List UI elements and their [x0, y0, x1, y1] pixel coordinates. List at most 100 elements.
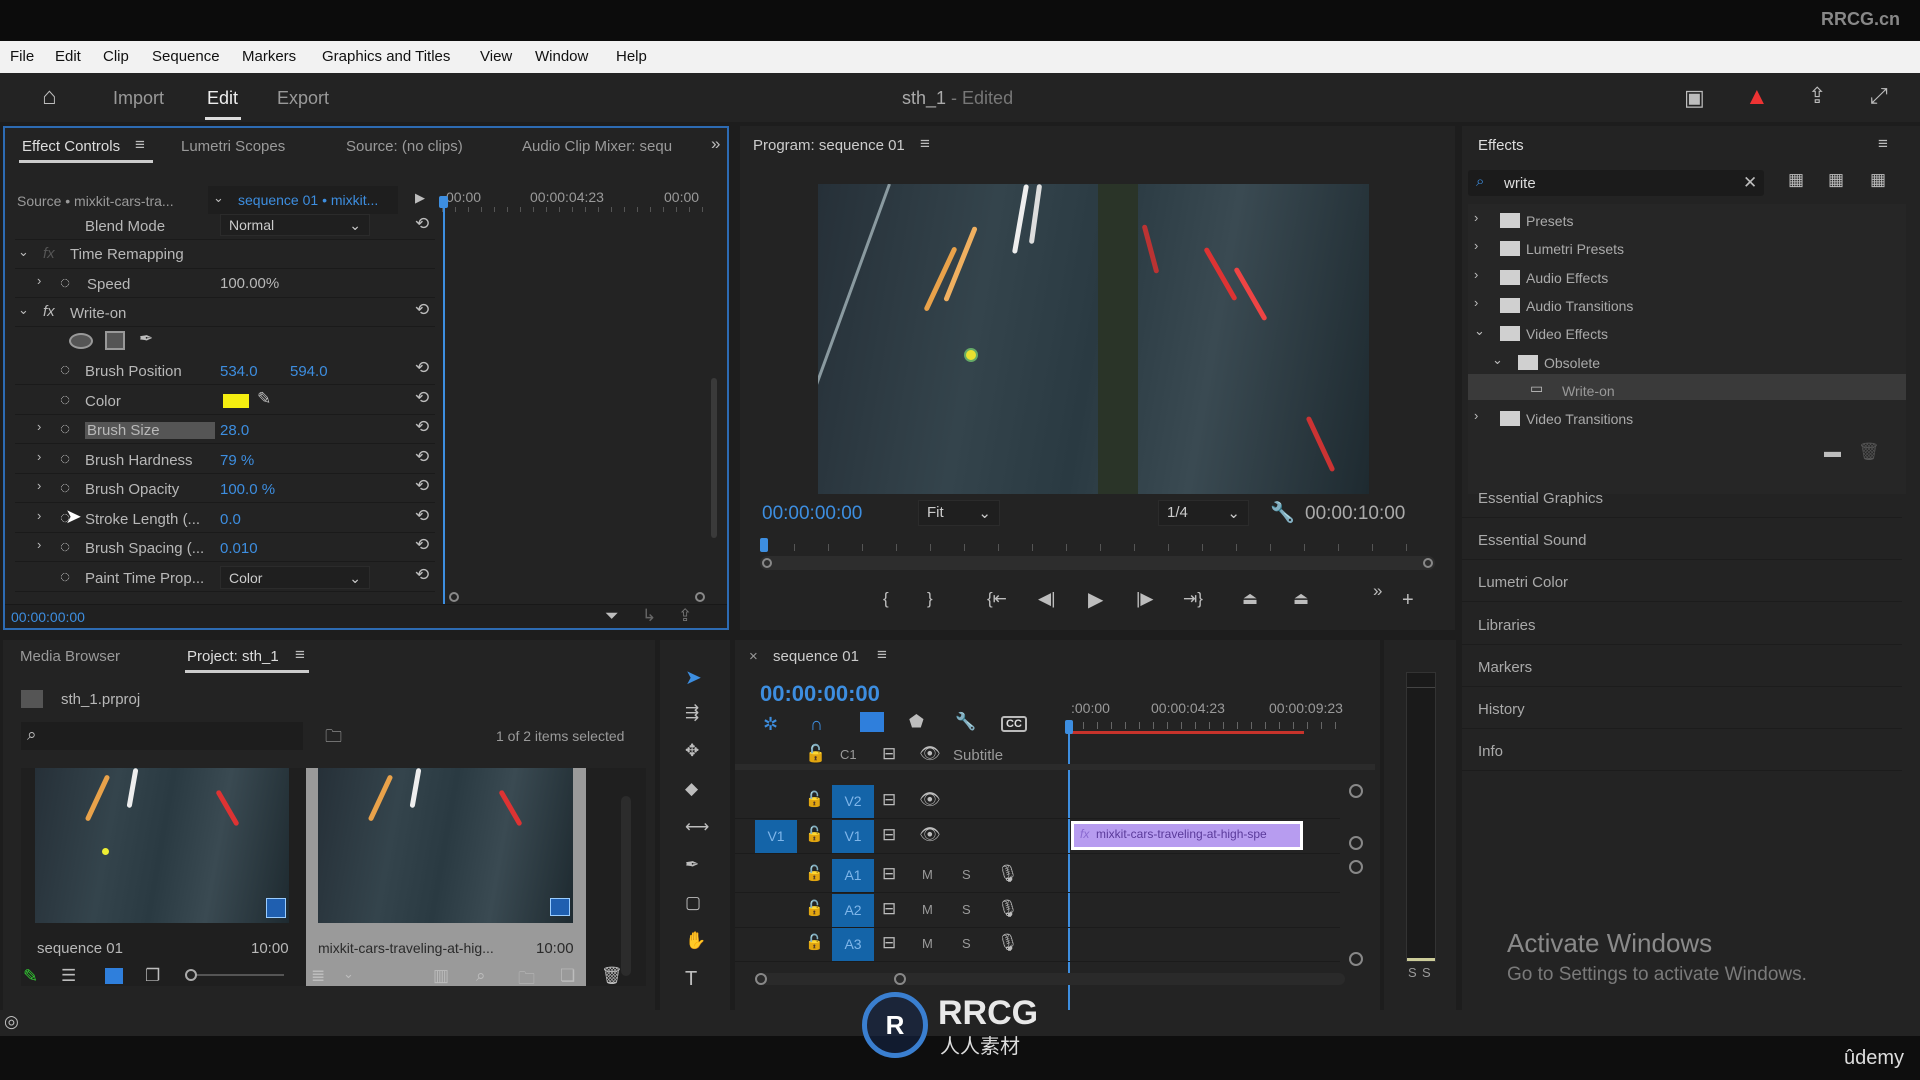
- chevron-right-icon[interactable]: ›: [37, 449, 41, 464]
- more-panels-icon[interactable]: »: [711, 134, 720, 154]
- tab-sequence[interactable]: sequence 01: [773, 648, 859, 665]
- stopwatch-icon[interactable]: ◌: [60, 478, 70, 498]
- sync-lock-icon[interactable]: ⊟: [882, 899, 896, 919]
- timeline-clip[interactable]: fx mixkit-cars-traveling-at-high-spe: [1071, 821, 1303, 850]
- chevron-right-icon[interactable]: ›: [37, 478, 41, 493]
- solo-left-button[interactable]: S: [1408, 965, 1417, 980]
- tab-export[interactable]: Export: [277, 88, 329, 109]
- collapsed-panel[interactable]: Info: [1462, 731, 1902, 772]
- reset-icon[interactable]: ⟲: [415, 447, 429, 467]
- reset-icon[interactable]: ⟲: [415, 388, 429, 408]
- reset-icon[interactable]: ⟲: [415, 535, 429, 555]
- cloud-sync-icon[interactable]: ◎: [4, 1012, 19, 1032]
- timeline-ruler[interactable]: :00:00 00:00:04:23 00:00:09:23: [1069, 698, 1349, 738]
- reset-icon[interactable]: ⟲: [415, 358, 429, 378]
- effects-tree-item[interactable]: › Audio Transitions: [1468, 293, 1906, 319]
- blend-mode-dropdown[interactable]: Normal ⌄: [220, 214, 370, 236]
- chevron-right-icon[interactable]: ›: [37, 537, 41, 552]
- param-value[interactable]: 79 %: [220, 452, 254, 469]
- chevron-right-icon[interactable]: ›: [1474, 408, 1478, 423]
- play-icon[interactable]: ▶: [1088, 587, 1103, 612]
- stopwatch-icon[interactable]: ◌: [60, 419, 70, 439]
- chevron-down-icon[interactable]: ⌄: [1474, 323, 1485, 339]
- tab-source[interactable]: Source: (no clips): [346, 138, 463, 155]
- sync-lock-icon[interactable]: ⊟: [882, 825, 896, 845]
- chevron-right-icon[interactable]: ›: [1474, 238, 1478, 253]
- param-value[interactable]: 534.0: [220, 363, 258, 380]
- tab-edit[interactable]: Edit: [207, 88, 238, 109]
- track-target[interactable]: A1: [832, 859, 874, 892]
- delete-icon[interactable]: 🗑: [1858, 442, 1880, 462]
- stopwatch-icon[interactable]: ◌: [60, 360, 70, 380]
- solo-right-button[interactable]: S: [1422, 965, 1431, 980]
- collapsed-panel[interactable]: Lumetri Color: [1462, 562, 1902, 603]
- playhead-handle[interactable]: [760, 538, 768, 552]
- find-in-bin-icon[interactable]: 🗀: [325, 724, 342, 753]
- nest-toggle-icon[interactable]: ✲: [763, 714, 778, 735]
- stopwatch-icon[interactable]: ◌: [60, 567, 70, 587]
- home-icon[interactable]: ⌂: [42, 83, 57, 111]
- playhead-handle[interactable]: [439, 196, 448, 208]
- track-target[interactable]: V1: [832, 820, 874, 853]
- track-scroll-handle[interactable]: [1349, 860, 1363, 874]
- linked-selection-icon[interactable]: [860, 712, 884, 732]
- lock-icon[interactable]: 🔓: [805, 933, 824, 951]
- reset-icon[interactable]: ⟲: [415, 300, 429, 320]
- mark-in-icon[interactable]: {: [883, 589, 889, 609]
- mute-button[interactable]: M: [922, 902, 933, 917]
- chevron-down-icon[interactable]: ⌄: [343, 966, 354, 982]
- go-to-out-icon[interactable]: ⇥}: [1183, 589, 1203, 609]
- button-editor-icon[interactable]: +: [1402, 589, 1414, 612]
- solo-button[interactable]: S: [962, 867, 971, 882]
- sync-lock-icon[interactable]: ⊟: [882, 864, 896, 884]
- vertical-scrollbar[interactable]: [621, 796, 631, 976]
- add-marker-icon[interactable]: ⬟: [909, 712, 924, 732]
- razor-tool-icon[interactable]: ◆: [685, 779, 698, 799]
- icon-view-icon[interactable]: [105, 968, 123, 984]
- eyedropper-icon[interactable]: ✎: [257, 389, 271, 409]
- scroll-handle[interactable]: [449, 592, 459, 602]
- solo-button[interactable]: S: [962, 936, 971, 951]
- collapsed-panel[interactable]: Markers: [1462, 647, 1902, 687]
- scroll-handle[interactable]: [755, 973, 767, 985]
- mute-button[interactable]: M: [922, 936, 933, 951]
- chevron-down-icon[interactable]: ⌄: [18, 302, 29, 318]
- menu-markers[interactable]: Markers: [242, 48, 296, 65]
- menu-graphics-and-titles[interactable]: Graphics and Titles: [322, 48, 450, 65]
- hand-tool-icon[interactable]: ✋: [685, 931, 706, 951]
- effects-tree-item[interactable]: › Lumetri Presets: [1468, 236, 1906, 262]
- tab-audio-clip-mixer[interactable]: Audio Clip Mixer: sequ: [522, 138, 672, 155]
- brush-position-handle[interactable]: [964, 348, 978, 362]
- track-scroll-handle[interactable]: [1349, 836, 1363, 850]
- source-patch[interactable]: V1: [755, 820, 797, 853]
- solo-button[interactable]: S: [962, 902, 971, 917]
- param-value[interactable]: 0.0: [220, 511, 241, 528]
- effects-search-input[interactable]: ⌕ write ✕: [1468, 170, 1764, 196]
- slider-handle[interactable]: [185, 969, 197, 981]
- alert-icon[interactable]: ▲: [1745, 83, 1769, 111]
- new-bin-icon[interactable]: ▬: [1824, 442, 1841, 462]
- wrench-icon[interactable]: 🔧: [1270, 500, 1295, 525]
- chevron-right-icon[interactable]: ›: [1474, 295, 1478, 310]
- tab-lumetri-scopes[interactable]: Lumetri Scopes: [181, 138, 285, 155]
- wrench-icon[interactable]: 🔧: [955, 712, 976, 732]
- type-tool-icon[interactable]: T: [685, 968, 697, 991]
- track-target[interactable]: V2: [832, 785, 874, 818]
- chevron-right-icon[interactable]: ›: [37, 273, 41, 288]
- zoom-scrollbar[interactable]: [760, 556, 1435, 570]
- zoom-dropdown[interactable]: Fit ⌄: [918, 500, 1000, 526]
- tab-effect-controls[interactable]: Effect Controls: [22, 138, 120, 155]
- param-value-y[interactable]: 594.0: [290, 363, 328, 380]
- project-item-sequence[interactable]: sequence 01 10:00: [21, 768, 303, 986]
- scroll-handle[interactable]: [762, 558, 772, 568]
- find-icon[interactable]: ⌕: [476, 966, 486, 986]
- menu-edit[interactable]: Edit: [55, 48, 81, 65]
- param-value[interactable]: 0.010: [220, 540, 258, 557]
- eye-icon[interactable]: 👁: [919, 744, 941, 764]
- pencil-icon[interactable]: ✎: [23, 966, 38, 987]
- play-only-clip-icon[interactable]: ▶: [415, 190, 425, 206]
- lock-icon[interactable]: 🔓: [805, 744, 826, 764]
- effect-timeline-ruler[interactable]: 00:00 00:00:04:23 00:00: [442, 183, 712, 213]
- collapsed-panel[interactable]: Essential Sound: [1462, 520, 1902, 561]
- project-item-clip[interactable]: mixkit-cars-traveling-at-hig... 10:00: [306, 768, 586, 986]
